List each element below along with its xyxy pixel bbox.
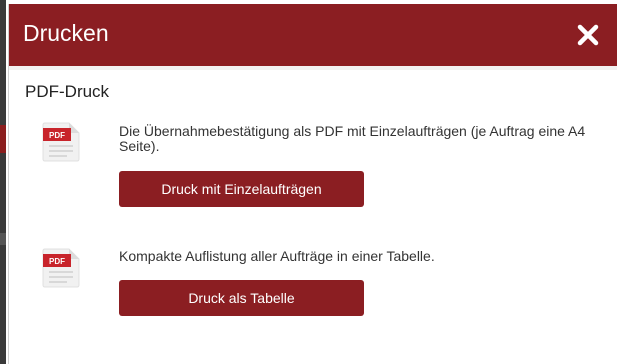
background-app-edge (0, 0, 6, 364)
section-title: PDF-Druck (25, 82, 110, 101)
print-individual-orders-button[interactable]: Druck mit Einzelaufträgen (119, 171, 364, 207)
close-icon (577, 24, 599, 46)
item-description: Die Übernahmebestätigung als PDF mit Ein… (119, 123, 586, 154)
item-description: Kompakte Auflistung aller Aufträge in ei… (119, 248, 435, 264)
pdf-badge-label: PDF (49, 131, 65, 140)
pdf-file-icon: PDF (41, 247, 81, 289)
close-button[interactable] (573, 20, 603, 50)
header-divider (9, 66, 617, 70)
pdf-badge-label: PDF (49, 257, 65, 266)
dialog-title: Drucken (23, 20, 109, 46)
background-app-accent (0, 125, 6, 153)
print-dialog: Drucken PDF-Druck PDF Die Übernahmebestä… (8, 4, 617, 364)
pdf-file-icon: PDF (41, 121, 81, 163)
print-as-table-button[interactable]: Druck als Tabelle (119, 280, 364, 316)
background-app-marker (0, 233, 6, 245)
dialog-header: Drucken (9, 4, 617, 66)
